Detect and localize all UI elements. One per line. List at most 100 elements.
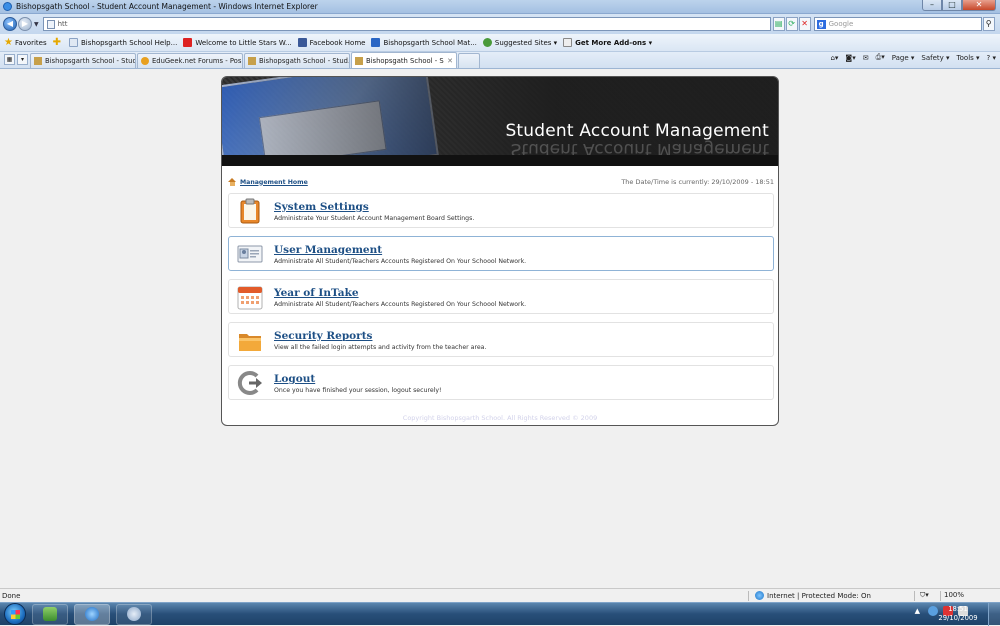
window-titlebar: Bishopsgath School - Student Account Man…	[0, 0, 1000, 14]
taskbar-ie-button[interactable]	[74, 603, 110, 625]
add-favorite-button[interactable]: ✚	[53, 37, 63, 48]
zone-text: Internet | Protected Mode: On	[767, 591, 871, 600]
menu-title[interactable]: Year of InTake	[274, 287, 359, 299]
address-buttons: ▤ ⟳ ✕	[772, 17, 812, 31]
tab-list-icon[interactable]: ▾	[17, 54, 28, 65]
tab-2[interactable]: EduGeek.net Forums - Pos...	[137, 53, 243, 68]
menu-item-user-management[interactable]: User Management Administrate All Student…	[228, 236, 774, 271]
menu-title[interactable]: System Settings	[274, 201, 369, 213]
mail-icon[interactable]: ✉	[863, 54, 869, 62]
menu-item-year-of-intake[interactable]: Year of InTake Administrate All Student/…	[228, 279, 774, 314]
quick-tabs-icon[interactable]: ▦	[4, 54, 15, 65]
menu-item-system-settings[interactable]: System Settings Administrate Your Studen…	[228, 193, 774, 228]
help-menu[interactable]: ? ▾	[987, 54, 996, 62]
e-icon	[371, 38, 381, 47]
favorite-link-4[interactable]: Bishopsgarth School Mat...	[371, 38, 477, 47]
protected-mode-icon[interactable]: ⛉▾	[920, 591, 929, 600]
menu-title[interactable]: User Management	[274, 244, 382, 256]
taskbar-explorer-button[interactable]	[32, 603, 68, 625]
management-home-link[interactable]: Management Home	[240, 179, 308, 186]
favorite-link-label: Get More Add-ons ▾	[575, 38, 653, 47]
status-bar: Done Internet | Protected Mode: On ⛉▾ 10…	[0, 588, 1000, 602]
tab-3[interactable]: Bishopsgath School - Stud...	[244, 53, 350, 68]
menu-item-security-reports[interactable]: Security Reports View all the failed log…	[228, 322, 774, 357]
feeds-icon[interactable]: ◙▾	[845, 54, 855, 62]
show-desktop-button[interactable]	[988, 603, 1000, 626]
header-title: Student Account Management	[505, 121, 769, 141]
maximize-button[interactable]: □	[942, 0, 962, 11]
page-content: Student Account Management Student Accou…	[0, 70, 1000, 588]
show-hidden-icons-icon[interactable]: ▲	[915, 607, 920, 615]
menu-description: Administrate All Student/Teachers Accoun…	[274, 258, 527, 265]
menu-description: Administrate Your Student Account Manage…	[274, 215, 475, 222]
addons-icon	[563, 38, 573, 47]
tab-label: Bishopsgarth School - Stud...	[45, 57, 135, 65]
favorite-link-2[interactable]: Welcome to Little Stars W...	[183, 38, 292, 47]
back-button[interactable]: ◀	[3, 17, 17, 31]
safety-menu[interactable]: Safety ▾	[921, 54, 949, 62]
search-icon[interactable]: ⚲	[982, 17, 995, 31]
zoom-level[interactable]: 100%	[944, 591, 964, 599]
google-icon: g	[816, 19, 826, 29]
tab-1[interactable]: Bishopsgarth School - Stud...	[30, 53, 136, 68]
search-input[interactable]: g Google	[813, 17, 982, 31]
tab-label: Bishopsgath School - Stud...	[259, 57, 349, 65]
print-icon[interactable]: ⎙▾	[876, 53, 885, 62]
page-icon	[34, 57, 42, 65]
security-zone[interactable]: Internet | Protected Mode: On	[755, 591, 871, 600]
suggested-sites-button[interactable]: Suggested Sites ▾	[482, 38, 557, 47]
clock[interactable]: 18:51 29/10/2009	[938, 605, 978, 623]
search-placeholder: Google	[828, 20, 854, 28]
address-url: htt	[57, 20, 68, 28]
tab-label: EduGeek.net Forums - Pos...	[152, 57, 242, 65]
menu-description: Administrate All Student/Teachers Accoun…	[274, 301, 527, 308]
suggested-icon	[482, 38, 492, 47]
page-icon	[248, 57, 256, 65]
ie-icon	[85, 607, 99, 621]
menu-title[interactable]: Security Reports	[274, 330, 372, 342]
main-panel: Student Account Management Student Accou…	[221, 76, 779, 426]
info-bar: Management Home The Date/Time is current…	[228, 176, 774, 188]
tools-menu[interactable]: Tools ▾	[957, 54, 980, 62]
clock-date: 29/10/2009	[938, 614, 978, 622]
star-red-icon	[183, 38, 193, 47]
forward-button[interactable]: ▶	[18, 17, 32, 31]
clipboard-icon	[240, 198, 260, 224]
user-card-icon	[237, 245, 263, 263]
address-input[interactable]: htt	[42, 17, 771, 31]
edugeek-icon	[141, 57, 149, 65]
tab-4-active[interactable]: Bishopsgath School - S... ✕	[351, 52, 457, 68]
compatibility-icon[interactable]: ▤	[772, 17, 785, 31]
favorite-link-label: Bishopsgarth School Mat...	[383, 38, 477, 47]
add-favorite-icon: ✚	[52, 37, 61, 48]
copyright-text: Copyright Bishopsgarth School. All Right…	[402, 414, 598, 422]
stop-icon[interactable]: ✕	[798, 17, 811, 31]
refresh-icon[interactable]: ⟳	[785, 17, 798, 31]
taskbar-app-button[interactable]	[116, 603, 152, 625]
page-icon	[355, 56, 363, 65]
home-icon[interactable]: ⌂▾	[830, 54, 838, 62]
tab-label: Bishopsgath School - S...	[366, 56, 445, 65]
favorites-button[interactable]: ★ Favorites	[4, 37, 47, 48]
favorites-label: Favorites	[14, 38, 47, 47]
start-button[interactable]	[4, 603, 26, 625]
page-menu[interactable]: Page ▾	[892, 54, 915, 62]
close-tab-icon[interactable]: ✕	[447, 57, 453, 65]
network-icon[interactable]	[928, 606, 938, 616]
menu-item-logout[interactable]: Logout Once you have finished your sessi…	[228, 365, 774, 400]
new-tab-button[interactable]	[458, 53, 480, 68]
window-controls: – □ ✕	[922, 0, 996, 11]
menu-title[interactable]: Logout	[274, 373, 315, 385]
datetime-text: The Date/Time is currently: 29/10/2009 -…	[621, 178, 774, 186]
minimize-button[interactable]: –	[922, 0, 942, 11]
favorite-link-1[interactable]: Bishopsgarth School Help...	[68, 38, 177, 47]
facebook-icon	[297, 38, 307, 47]
favorite-link-3[interactable]: Facebook Home	[297, 38, 365, 47]
get-addons-button[interactable]: Get More Add-ons ▾	[563, 38, 652, 47]
close-button[interactable]: ✕	[962, 0, 996, 11]
header-banner: Student Account Management Student Accou…	[222, 77, 778, 166]
command-bar: ⌂▾ ◙▾ ✉ ⎙▾ Page ▾ Safety ▾ Tools ▾ ? ▾	[823, 53, 996, 62]
home-icon	[228, 178, 237, 186]
window-title: Bishopsgath School - Student Account Man…	[16, 2, 318, 11]
history-dropdown-icon[interactable]: ▼	[34, 21, 39, 28]
